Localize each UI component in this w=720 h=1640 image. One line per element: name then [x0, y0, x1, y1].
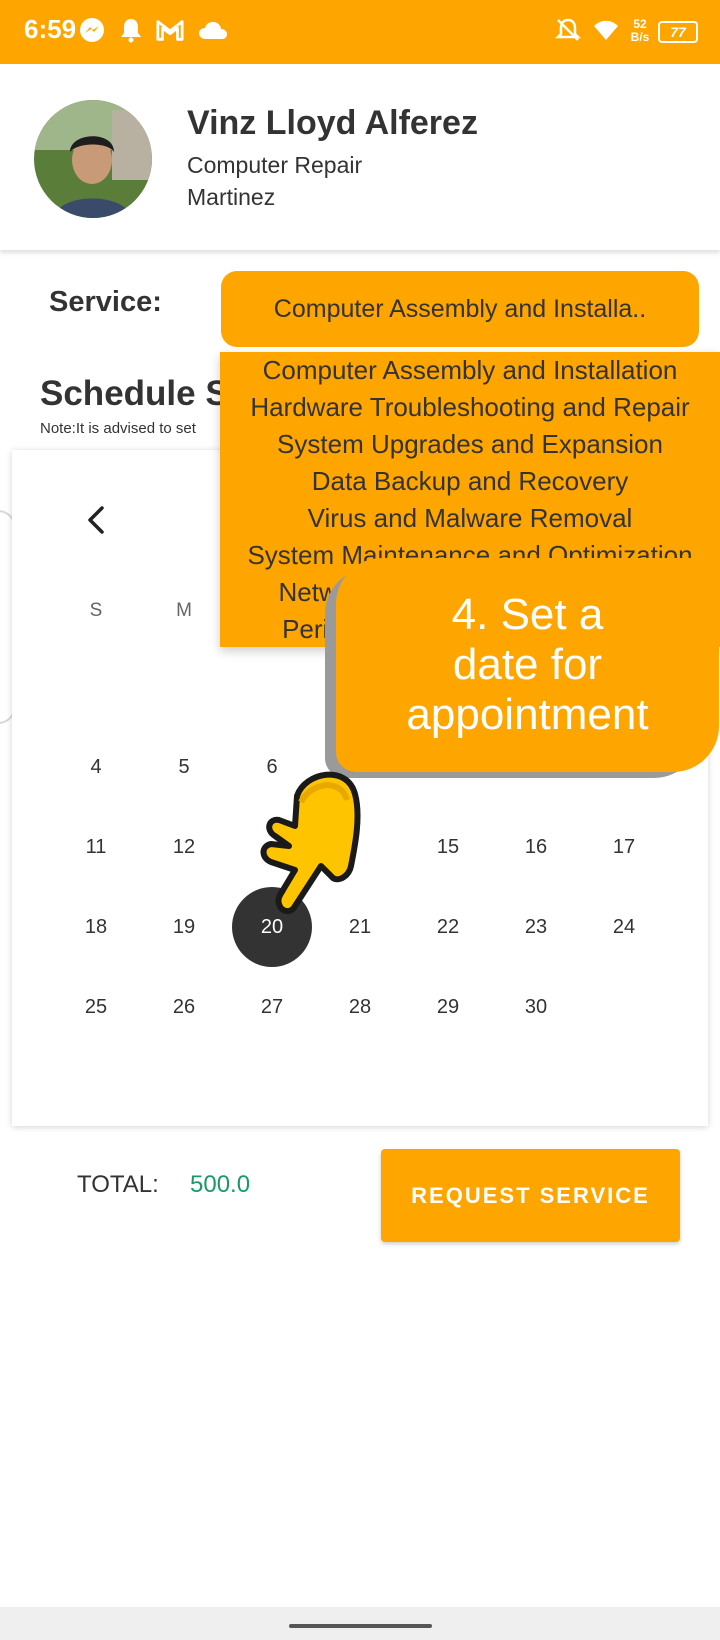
calendar-day[interactable]: 22 [418, 916, 478, 939]
calendar-day[interactable]: 16 [506, 836, 566, 859]
calendar-day[interactable]: 18 [66, 916, 126, 939]
battery-level: 77 [670, 24, 686, 40]
total-value: 500.0 [190, 1171, 251, 1198]
calendar-day[interactable]: 30 [506, 996, 566, 1019]
calendar-day[interactable]: 25 [66, 996, 126, 1019]
bell-icon [117, 16, 145, 44]
calendar-day[interactable]: 28 [330, 996, 390, 1019]
messenger-icon [78, 16, 106, 44]
tutorial-tooltip: 4. Set a date for appointment [336, 558, 719, 772]
tooltip-line: 4. Set a [451, 590, 604, 639]
schedule-title: Schedule S [40, 374, 229, 413]
calendar-day[interactable]: 24 [594, 916, 654, 939]
provider-profile: Vinz Lloyd Alferez Computer Repair Marti… [0, 64, 720, 250]
calendar-day[interactable]: 27 [242, 996, 302, 1019]
calendar-day[interactable]: 15 [418, 836, 478, 859]
calendar-day[interactable]: 5 [154, 756, 214, 779]
provider-name: Vinz Lloyd Alferez [187, 104, 478, 142]
status-time: 6:59 [24, 14, 77, 44]
service-option[interactable]: Hardware Troubleshooting and Repair [220, 389, 720, 426]
calendar-day[interactable]: 23 [506, 916, 566, 939]
service-selected-value: Computer Assembly and Installa.. [273, 294, 647, 323]
previous-month-button[interactable] [80, 500, 112, 540]
schedule-note: Note:It is advised to set [40, 420, 196, 437]
calendar-day[interactable]: 17 [594, 836, 654, 859]
service-option[interactable]: System Upgrades and Expansion [220, 426, 720, 463]
service-option[interactable]: Data Backup and Recovery [220, 463, 720, 500]
calendar-day[interactable]: 4 [66, 756, 126, 779]
request-service-label: REQUEST SERVICE [411, 1182, 650, 1208]
battery-icon: 77 [658, 21, 698, 43]
network-speed-unit: B/s [630, 30, 650, 44]
home-handle[interactable] [289, 1624, 432, 1628]
gmail-icon [156, 16, 184, 44]
service-option[interactable]: Virus and Malware Removal [220, 500, 720, 537]
request-service-button[interactable]: REQUEST SERVICE [381, 1149, 680, 1242]
cloud-icon [197, 16, 229, 44]
provider-location: Martinez [187, 184, 276, 210]
provider-category: Computer Repair [187, 152, 363, 178]
wifi-icon [592, 16, 620, 44]
bell-muted-icon [554, 16, 582, 44]
calendar-day[interactable]: 29 [418, 996, 478, 1019]
status-bar: 6:59 52 B/s 77 [0, 0, 720, 64]
service-option[interactable]: Computer Assembly and Installation [220, 352, 720, 389]
network-speed: 52 B/s [625, 18, 655, 44]
chevron-left-icon [88, 506, 104, 534]
total-label: TOTAL: [77, 1171, 159, 1198]
calendar-day[interactable]: 26 [154, 996, 214, 1019]
calendar-day[interactable]: 11 [66, 836, 126, 859]
avatar [34, 100, 152, 218]
service-label: Service: [49, 286, 162, 318]
calendar-day[interactable]: 19 [154, 916, 214, 939]
weekday-label: S [89, 600, 103, 621]
weekday-label: M [176, 600, 192, 621]
calendar-day[interactable]: 12 [154, 836, 214, 859]
pointing-hand-icon [255, 766, 395, 926]
service-dropdown[interactable]: Computer Assembly and Installa.. [221, 271, 699, 347]
tooltip-line: date for [452, 640, 603, 689]
network-speed-value: 52 [633, 17, 647, 31]
tooltip-line: appointment [406, 690, 649, 739]
